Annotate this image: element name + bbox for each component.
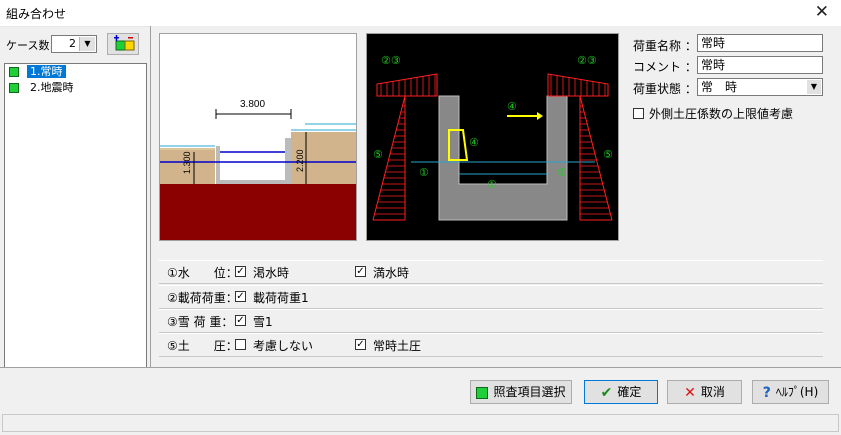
case-list[interactable]: 1.常時 2.地震時 xyxy=(4,63,147,368)
button-label: ﾍﾙﾌﾟ(H) xyxy=(775,385,819,399)
button-label: 確定 xyxy=(617,385,642,399)
dim-top-label: 3.800 xyxy=(240,99,265,110)
checkbox-label: 満水時 xyxy=(373,266,410,280)
button-label: 照査項目選択 xyxy=(493,385,566,399)
add-case-icon xyxy=(114,35,135,51)
option-head: ②載荷荷重： xyxy=(167,291,238,305)
label-1-mid: ① xyxy=(487,178,497,191)
option-head: ③雪 荷 重： xyxy=(167,315,234,329)
option-head: ⑤土 圧： xyxy=(167,339,238,353)
label-5-left: ⑤ xyxy=(373,148,383,161)
cross-section-figure: 3.800 1.300 2.200 xyxy=(159,33,357,241)
load-state-select[interactable]: 常 時 ▼ xyxy=(697,78,823,96)
upper-limit-label: 外側土圧係数の上限値考慮 xyxy=(649,107,794,121)
checkbox-not-consider[interactable] xyxy=(235,339,246,350)
chevron-down-icon[interactable]: ▼ xyxy=(807,80,821,94)
green-square-icon xyxy=(9,83,19,93)
checkbox-label: 載荷荷重1 xyxy=(253,291,309,305)
chevron-down-icon[interactable]: ▼ xyxy=(79,37,95,51)
divider xyxy=(0,367,841,368)
close-icon: ✕ xyxy=(684,384,696,401)
checkbox-normal-earth[interactable]: ✓ xyxy=(355,339,366,350)
option-row-surcharge: ②載荷荷重： ✓ 載荷荷重1 xyxy=(159,285,823,309)
option-row-snow: ③雪 荷 重： ✓ 雪1 xyxy=(159,309,823,333)
checkbox-surcharge-1[interactable]: ✓ xyxy=(235,291,246,302)
upper-limit-checkbox[interactable] xyxy=(633,108,644,119)
status-bar xyxy=(2,414,839,432)
option-head: ①水 位： xyxy=(167,266,238,280)
cancel-button[interactable]: ✕ 取消 xyxy=(667,380,742,404)
checkbox-full[interactable]: ✓ xyxy=(355,266,366,277)
question-icon: ? xyxy=(762,384,771,401)
checkbox-snow-1[interactable]: ✓ xyxy=(235,315,246,326)
label-4-body: ④ xyxy=(469,136,479,149)
load-diagram-figure: ②③ ②③ ④ ④ ⑤ ⑤ ① ① ① xyxy=(366,33,619,241)
comment-label: コメント ： xyxy=(633,60,697,74)
checkbox-label: 考慮しない xyxy=(253,339,314,353)
load-name-label: 荷重名称 ： xyxy=(633,39,697,53)
checkbox-label: 渇水時 xyxy=(253,266,290,280)
label-5-right: ⑤ xyxy=(603,148,613,161)
label-4-load: ④ xyxy=(507,100,517,113)
case-count-value: 2 xyxy=(69,37,76,50)
checkmark-icon: ✔ xyxy=(600,384,613,401)
list-item-case-1[interactable]: 1.常時 xyxy=(5,64,146,80)
title-bar: 組み合わせ ✕ xyxy=(0,0,841,27)
green-square-icon xyxy=(476,386,489,399)
dim-left-label: 1.300 xyxy=(182,151,192,174)
label-1-left: ① xyxy=(419,166,429,179)
list-item-case-2[interactable]: 2.地震時 xyxy=(5,80,146,96)
checkbox-dry[interactable]: ✓ xyxy=(235,266,246,277)
dim-right-label: 2.200 xyxy=(295,149,305,172)
option-row-water: ①水 位： ✓ 渇水時 ✓ 満水時 xyxy=(159,260,823,284)
option-row-earth-pressure: ⑤土 圧： 考慮しない ✓ 常時土圧 xyxy=(159,333,823,357)
comment-input[interactable]: 常時 xyxy=(697,56,823,74)
load-name-input[interactable]: 常時 xyxy=(697,34,823,52)
label-23-right: ②③ xyxy=(577,54,597,67)
load-state-value: 常 時 xyxy=(701,80,738,94)
button-label: 取消 xyxy=(700,385,725,399)
label-1-right: ① xyxy=(557,166,567,179)
case-count-spinner[interactable]: 2 ▼ xyxy=(51,35,97,53)
help-button[interactable]: ? ﾍﾙﾌﾟ(H) xyxy=(752,380,829,404)
checkbox-label: 雪1 xyxy=(253,315,273,329)
add-case-button[interactable] xyxy=(107,33,139,55)
checkbox-label: 常時土圧 xyxy=(373,339,422,353)
load-state-label: 荷重状態 ： xyxy=(633,82,697,96)
case-item-label: 2.地震時 xyxy=(30,81,74,94)
window-title: 組み合わせ xyxy=(6,7,67,21)
close-icon[interactable]: ✕ xyxy=(815,2,829,22)
ok-button[interactable]: ✔ 確定 xyxy=(584,380,658,404)
green-square-icon xyxy=(9,67,19,77)
label-23-left: ②③ xyxy=(381,54,401,67)
check-items-button[interactable]: 照査項目選択 xyxy=(470,380,572,404)
case-item-label: 1.常時 xyxy=(27,65,66,78)
